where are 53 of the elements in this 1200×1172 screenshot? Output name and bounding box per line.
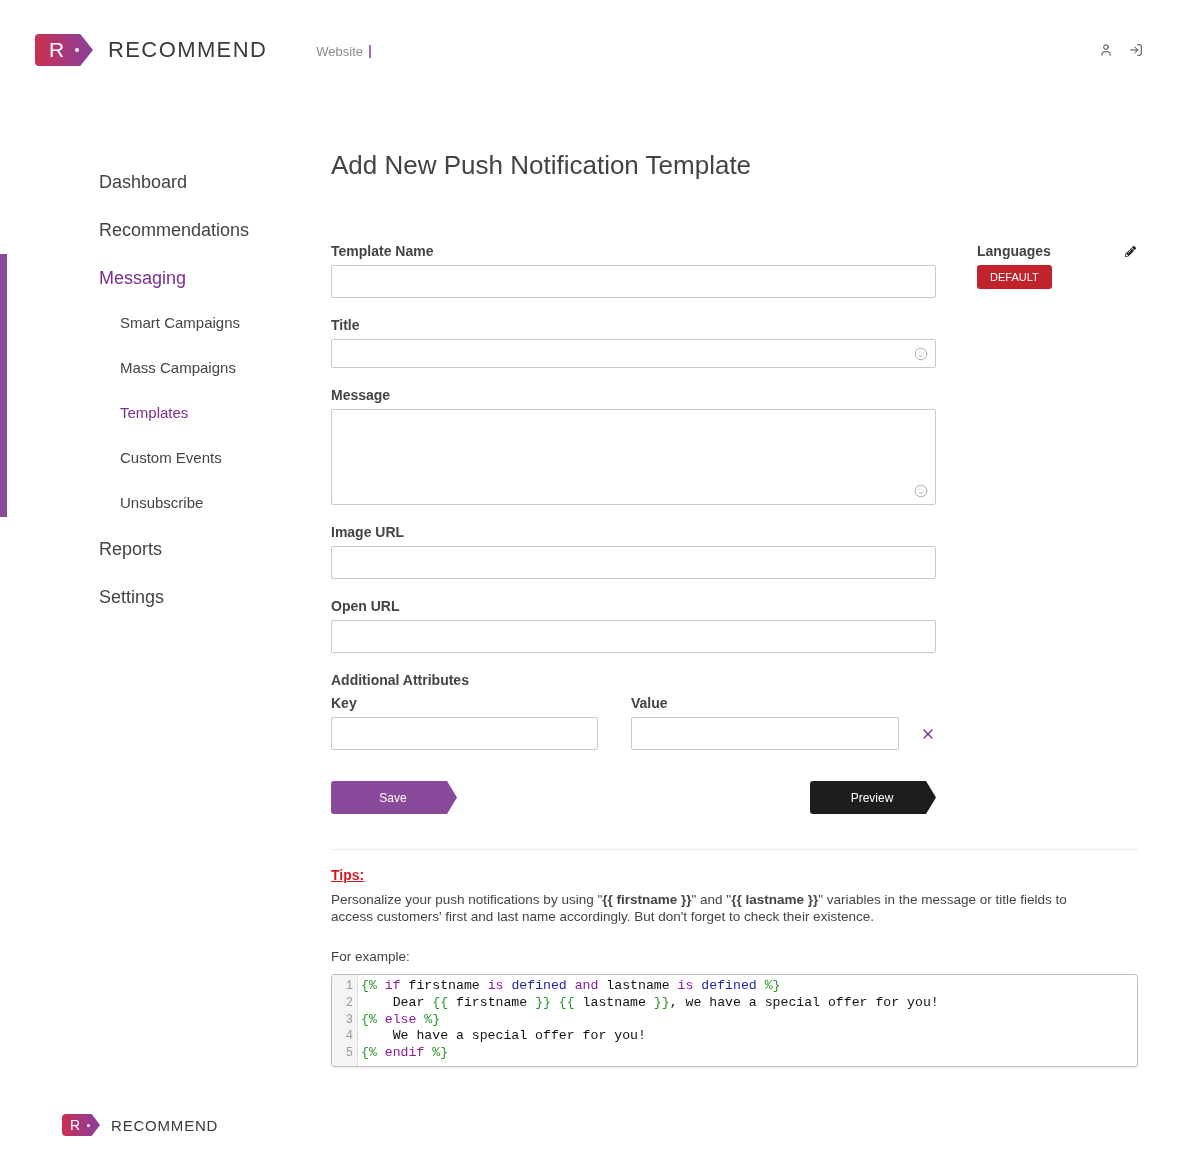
code-line: {% endif %} xyxy=(361,1045,449,1062)
save-button[interactable]: Save xyxy=(331,781,457,814)
text-input[interactable] xyxy=(331,620,936,653)
field-label: Value xyxy=(631,694,668,712)
key-input[interactable] xyxy=(331,717,598,750)
line-number: 2 xyxy=(345,994,353,1012)
field-label: Image URL xyxy=(331,523,405,541)
line-number: 3 xyxy=(345,1011,353,1029)
line-number: 4 xyxy=(345,1028,353,1046)
nav-subitem[interactable]: Templates xyxy=(120,403,189,422)
brand-name: RECOMMEND xyxy=(108,37,268,63)
code-line: We have a special offer for you! xyxy=(391,1028,646,1046)
field-label: Message xyxy=(331,386,391,404)
nav-item[interactable]: Dashboard xyxy=(99,171,188,193)
field-label: Key xyxy=(331,694,357,712)
code-line: Dear {{ firstname }} {{ lastname }}, we have a special offer for you! xyxy=(391,994,939,1012)
nav-subitem[interactable]: Mass Campaigns xyxy=(120,358,236,377)
languages-label: Languages xyxy=(977,243,1051,259)
nav-subitem[interactable]: Custom Events xyxy=(120,448,222,467)
nav-item[interactable]: Recommendations xyxy=(99,219,250,241)
message-textarea[interactable] xyxy=(331,409,936,505)
nav-item[interactable]: Settings xyxy=(99,586,165,608)
nav-subitem[interactable]: Unsubscribe xyxy=(120,493,204,512)
nav-item[interactable]: Messaging xyxy=(99,267,187,289)
text-input[interactable] xyxy=(331,546,936,579)
user-icon[interactable] xyxy=(1099,43,1113,57)
text-input[interactable] xyxy=(331,265,936,298)
text-input[interactable] xyxy=(331,339,936,368)
line-number: 1 xyxy=(345,978,353,995)
smiley-icon[interactable] xyxy=(914,484,928,498)
line-number: 5 xyxy=(345,1045,353,1062)
smiley-icon[interactable] xyxy=(914,346,928,361)
code-line: {% if firstname is defined and lastname is defined %} xyxy=(361,978,781,995)
field-label: Open URL xyxy=(331,597,400,615)
brand-name: RECOMMEND xyxy=(111,1116,219,1134)
nav-subitem[interactable]: Smart Campaigns xyxy=(120,313,241,332)
section-label: Additional Attributes xyxy=(331,671,469,689)
logo-badge: R xyxy=(35,34,93,66)
logo-badge: R xyxy=(62,1114,100,1136)
field-label: Template Name xyxy=(331,242,434,260)
website-selector[interactable]: Website xyxy=(316,44,371,58)
login-icon[interactable] xyxy=(1129,43,1143,57)
page-title: Add New Push Notification Template xyxy=(331,150,752,180)
pencil-icon[interactable] xyxy=(1125,245,1136,257)
tips-heading: Tips: xyxy=(331,866,365,884)
preview-button[interactable]: Preview xyxy=(810,781,936,814)
field-label: Title xyxy=(331,316,360,334)
value-input[interactable] xyxy=(631,717,899,750)
code-line: {% else %} xyxy=(361,1011,441,1029)
language-badge[interactable]: DEFAULT xyxy=(977,265,1052,289)
tips-text: Personalize your push notifications by using "{{ firstname }}" and "{{ lastname }}" variables in the message or title fields to access customers' first and last name accordingly. But don't forget to check their existence. xyxy=(331,891,1068,925)
example-label: For example: xyxy=(331,948,410,965)
nav-item[interactable]: Reports xyxy=(99,538,163,560)
